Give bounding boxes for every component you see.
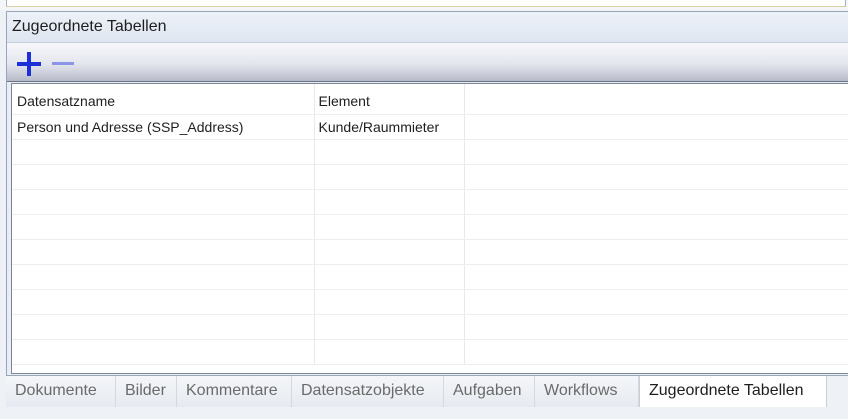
empty-row <box>12 239 848 265</box>
tab-dokumente[interactable]: Dokumente <box>6 376 116 407</box>
empty-row <box>12 289 848 315</box>
panel-header: Zugeordnete Tabellen <box>7 12 848 43</box>
minus-icon <box>52 62 74 65</box>
plus-icon <box>17 52 41 76</box>
empty-row <box>12 139 848 165</box>
upper-panel-edge <box>6 0 846 7</box>
column-header-empty <box>464 84 848 115</box>
cell-empty <box>464 114 848 140</box>
remove-row-button[interactable] <box>50 51 76 77</box>
top-strip <box>0 0 848 10</box>
empty-row <box>12 214 848 240</box>
tab-bilder[interactable]: Bilder <box>116 376 177 407</box>
column-header-element[interactable]: Element <box>314 84 465 115</box>
tab-datensatzobjekte[interactable]: Datensatzobjekte <box>292 376 444 407</box>
tab-aufgaben[interactable]: Aufgaben <box>444 376 535 407</box>
column-header-datensatzname[interactable]: Datensatzname <box>12 84 315 115</box>
grid-toolbar <box>7 43 848 82</box>
bottom-tab-bar: Dokumente Bilder Kommentare Datensatzobj… <box>6 376 848 407</box>
add-row-button[interactable] <box>16 51 42 77</box>
empty-row <box>12 189 848 215</box>
table-row[interactable]: Person und Adresse (SSP_Address) Kunde/R… <box>12 114 848 140</box>
cell-datensatzname[interactable]: Person und Adresse (SSP_Address) <box>12 114 315 140</box>
tab-workflows[interactable]: Workflows <box>535 376 639 407</box>
empty-row <box>12 164 848 190</box>
tab-kommentare[interactable]: Kommentare <box>177 376 292 407</box>
grid-table: Datensatzname Element Person und Adresse… <box>12 84 848 365</box>
panel-title: Zugeordnete Tabellen <box>12 18 167 35</box>
empty-row <box>12 339 848 365</box>
empty-row <box>12 264 848 290</box>
assigned-tables-panel: Zugeordnete Tabellen Datensatzname Eleme… <box>6 11 848 376</box>
empty-row <box>12 314 848 340</box>
cell-element[interactable]: Kunde/Raummieter <box>314 114 465 140</box>
assigned-tables-grid[interactable]: Datensatzname Element Person und Adresse… <box>11 83 848 374</box>
bottom-strip <box>0 407 848 419</box>
grid-header-row: Datensatzname Element <box>12 84 848 115</box>
tab-zugeordnete-tabellen[interactable]: Zugeordnete Tabellen <box>639 376 827 407</box>
